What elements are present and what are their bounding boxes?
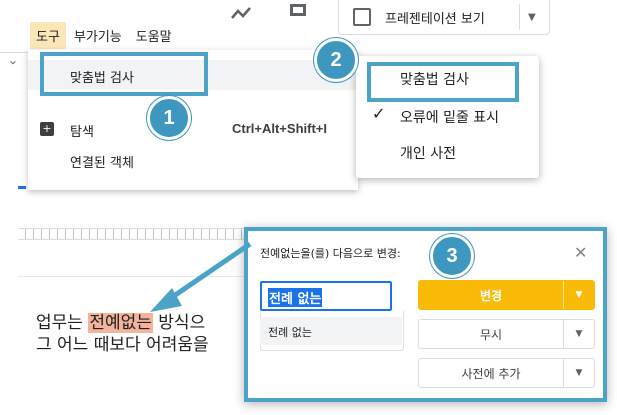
explore-spark-icon[interactable] (230, 4, 256, 24)
text-span: 방식으 (152, 313, 206, 333)
document-line: 그 어느 때보다 어려움을 (36, 335, 209, 355)
menu-tools[interactable]: 도구 (30, 21, 66, 49)
shortcut-label: Ctrl+Alt+Shift+I (232, 121, 327, 136)
pen-icon (353, 8, 371, 26)
chevron-down-icon[interactable]: ▼ (528, 12, 536, 23)
suggestion-label: 전례 없는 (268, 326, 312, 339)
chevron-down-icon[interactable]: ▼ (564, 368, 594, 378)
comment-icon[interactable] (290, 4, 312, 24)
document-text: 업무는 전예없는 방식으 그 어느 때보다 어려움을 (36, 312, 209, 356)
chevron-down-icon[interactable]: ▼ (564, 329, 594, 339)
ignore-button-label: 무시 (479, 327, 503, 342)
close-icon[interactable]: ✕ (574, 243, 587, 262)
ruler-marker (18, 186, 26, 189)
page-edge (18, 276, 248, 277)
suggestion-item[interactable]: 전례 없는 (260, 317, 402, 345)
misspelled-word[interactable]: 전예없는 (88, 313, 153, 333)
step-badge: 1 (147, 96, 191, 140)
change-button[interactable]: 변경 ▼ (418, 280, 595, 310)
dialog-title: 전예없는을(를) 다음으로 변경: (260, 247, 401, 260)
step-badge: 2 (314, 38, 358, 82)
chevron-icon[interactable]: › (4, 60, 20, 76)
input-value: 전례 없는 (268, 288, 323, 307)
edit-mode-button[interactable]: 프레젠테이션 보기 ▼ (338, 0, 550, 35)
divider (519, 4, 520, 30)
submenu-item-label: 오류에 밑줄 표시 (400, 110, 500, 126)
highlight-frame (40, 52, 208, 96)
menu-addons[interactable]: 부가기능 (68, 22, 128, 49)
submenu-item-show-underline[interactable]: ✓ 오류에 밑줄 표시 (356, 102, 539, 130)
submenu-item-personal-dictionary[interactable]: 개인 사전 (356, 138, 539, 166)
menu-bar: 도구 부가기능 도움말 (30, 20, 178, 50)
menu-help[interactable]: 도움말 (130, 22, 178, 49)
add-to-dictionary-button[interactable]: 사전에 추가 ▼ (418, 358, 595, 388)
menu-item-linked-objects[interactable]: 연결된 객체 (28, 145, 358, 175)
highlight-frame (367, 62, 519, 102)
document-line: 업무는 전예없는 방식으 (36, 312, 209, 334)
text-span: 업무는 (36, 313, 89, 333)
add-to-dictionary-label: 사전에 추가 (461, 366, 521, 381)
ruler (18, 228, 258, 240)
spell-check-dialog: 전예없는을(를) 다음으로 변경: ✕ 전례 없는 전례 없는 변경 ▼ 무시 … (244, 227, 607, 402)
divider (563, 281, 564, 309)
step-badge: 3 (430, 234, 474, 278)
edit-mode-label: 프레젠테이션 보기 (385, 11, 485, 27)
check-icon: ✓ (372, 104, 386, 123)
ignore-button[interactable]: 무시 ▼ (418, 319, 595, 349)
explore-icon: + (40, 122, 54, 136)
replacement-input[interactable]: 전례 없는 (260, 281, 392, 311)
submenu-item-label: 개인 사전 (400, 146, 456, 162)
menu-item-explore[interactable]: + 탐색 Ctrl+Alt+Shift+I (28, 114, 358, 144)
change-button-label: 변경 (479, 288, 503, 303)
menu-item-label: 탐색 (70, 125, 94, 140)
menu-item-label: 연결된 객체 (70, 156, 134, 171)
chevron-down-icon[interactable]: ▼ (564, 290, 594, 300)
